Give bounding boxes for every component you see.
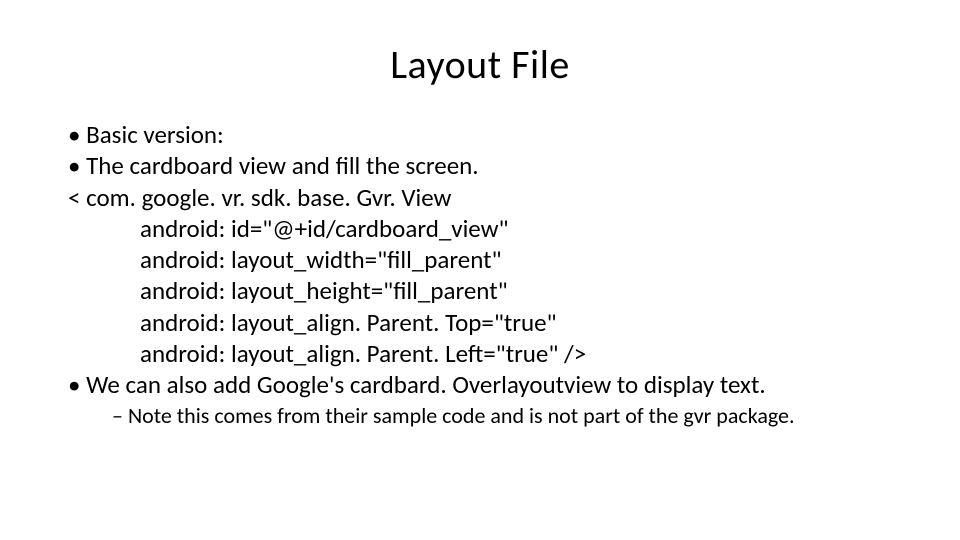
slide: Layout File Basic version: The cardboard… [0, 0, 960, 540]
code-line-height: android: layout_height="fill_parent" [60, 275, 900, 306]
code-line-align-top: android: layout_align. Parent. Top="true… [60, 307, 900, 338]
bullet-basic-version: Basic version: [60, 119, 900, 150]
slide-body: Basic version: The cardboard view and fi… [60, 119, 900, 431]
code-line-open: < com. google. vr. sdk. base. Gvr. View [60, 182, 900, 213]
sub-bullet-note: Note this comes from their sample code a… [60, 402, 900, 431]
code-line-width: android: layout_width="fill_parent" [60, 244, 900, 275]
code-line-id: android: id="@+id/cardboard_view" [60, 213, 900, 244]
bullet-overlay-view: We can also add Google's cardbard. Overl… [60, 369, 900, 400]
bullet-cardboard-view: The cardboard view and fill the screen. [60, 150, 900, 181]
code-line-align-left: android: layout_align. Parent. Left="tru… [60, 338, 900, 369]
slide-title: Layout File [60, 40, 900, 89]
